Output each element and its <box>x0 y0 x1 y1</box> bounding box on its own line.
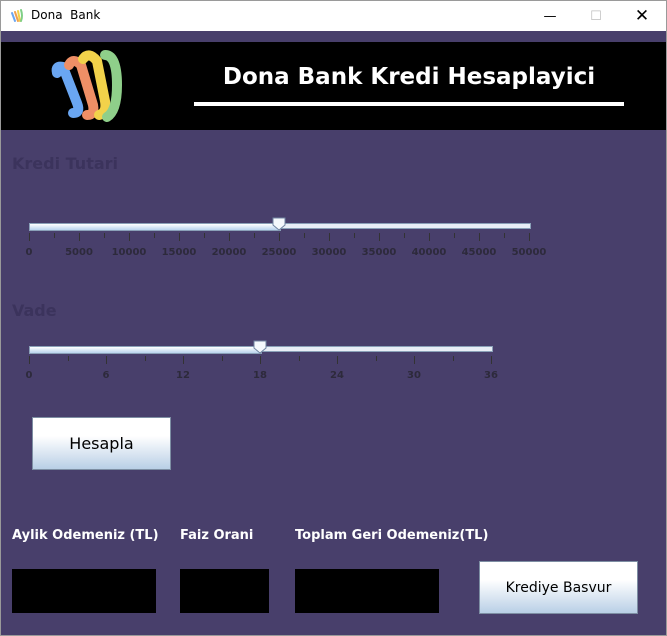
slider-tick-label: 35000 <box>361 247 397 258</box>
slider-tick <box>329 233 330 241</box>
slider-tick-label: 12 <box>176 370 190 381</box>
slider-tick <box>491 356 492 364</box>
slider-tick <box>429 233 430 241</box>
slider-tick-label: 0 <box>25 247 33 258</box>
slider-tick <box>299 356 300 361</box>
slider-tick <box>29 356 30 364</box>
slider-tick <box>529 233 530 241</box>
slider-tick <box>54 233 55 238</box>
vade-label: Vade <box>12 301 57 320</box>
title-underline <box>194 102 624 106</box>
slider-tick-label: 36 <box>484 370 498 381</box>
slider-tick-label: 5000 <box>65 247 93 258</box>
aylik-odeme-label: Aylik Odemeniz (TL) <box>12 528 159 543</box>
slider-tick-label: 10000 <box>111 247 147 258</box>
faiz-orani-label: Faiz Orani <box>180 528 254 543</box>
slider-tick-label: 45000 <box>461 247 497 258</box>
minimize-icon: — <box>543 8 557 24</box>
slider-tick <box>504 233 505 238</box>
slider-tick <box>145 356 146 361</box>
slider-tick <box>104 233 105 238</box>
slider-tick-label: 30000 <box>311 247 347 258</box>
slider-tick <box>222 356 223 361</box>
slider-thumb[interactable] <box>253 340 267 354</box>
page-title: Dona Bank Kredi Hesaplayici <box>222 64 596 90</box>
slider-tick <box>404 233 405 238</box>
krediye-basvur-button[interactable]: Krediye Basvur <box>479 561 638 614</box>
toplam-geri-odeme-output <box>295 569 439 613</box>
slider-ticks: 0 6 12 18 24 30 36 <box>26 356 498 381</box>
slider-tick <box>379 233 380 241</box>
slider-tick-label: 6 <box>102 370 110 381</box>
slider-tick-label: 30 <box>407 370 421 381</box>
title-bar: Dona Bank — ☐ ✕ <box>1 1 666 31</box>
slider-tick <box>106 356 107 364</box>
slider-ticks: 0 5000 10000 15000 20000 25000 30000 35000 40000… <box>26 233 546 258</box>
slider-tick <box>304 233 305 238</box>
slider-tick <box>254 233 255 238</box>
minimize-button[interactable]: — <box>527 1 573 31</box>
maximize-button[interactable]: ☐ <box>573 1 619 31</box>
slider-thumb[interactable] <box>272 217 286 231</box>
close-icon: ✕ <box>634 6 650 26</box>
slider-tick <box>337 356 338 364</box>
slider-tick <box>183 356 184 364</box>
slider-tick <box>279 233 280 241</box>
slider-tick <box>129 233 130 241</box>
header-banner: Dona Bank Kredi Hesaplayici <box>1 42 666 130</box>
slider-tick-label: 20000 <box>211 247 247 258</box>
slider-tick <box>179 233 180 241</box>
slider-fill <box>29 223 281 231</box>
slider-tick <box>354 233 355 238</box>
slider-tick <box>260 356 261 364</box>
slider-tick-label: 15000 <box>161 247 197 258</box>
close-button[interactable]: ✕ <box>619 1 665 31</box>
slider-tick <box>79 233 80 241</box>
slider-tick <box>68 356 69 361</box>
toplam-geri-odeme-label: Toplam Geri Odemeniz(TL) <box>295 528 489 543</box>
slider-tick-label: 24 <box>330 370 344 381</box>
slider-tick <box>204 233 205 238</box>
slider-tick <box>229 233 230 241</box>
faiz-orani-output <box>180 569 269 613</box>
slider-fill <box>29 346 262 354</box>
kredi-tutari-slider[interactable]: 0 5000 10000 15000 20000 25000 30000 35000 40000… <box>26 217 546 259</box>
slider-tick <box>414 356 415 364</box>
slider-tick <box>479 233 480 241</box>
slider-tick-label: 25000 <box>261 247 297 258</box>
slider-tick-label: 50000 <box>511 247 547 258</box>
slider-tick-label: 40000 <box>411 247 447 258</box>
maximize-icon: ☐ <box>590 8 602 24</box>
app-logo-icon <box>11 9 23 22</box>
kredi-tutari-label: Kredi Tutari <box>12 154 119 173</box>
slider-tick <box>376 356 377 361</box>
slider-tick <box>29 233 30 241</box>
slider-tick <box>154 233 155 238</box>
slider-tick-label: 18 <box>253 370 267 381</box>
aylik-odeme-output <box>12 569 156 613</box>
window-title: Dona Bank <box>31 8 101 22</box>
app-window: Dona Bank — ☐ ✕ Dona Bank Kredi Hesaplay… <box>0 0 667 636</box>
slider-tick <box>453 356 454 361</box>
hesapla-button[interactable]: Hesapla <box>32 417 171 470</box>
slider-tick <box>454 233 455 238</box>
bank-logo-icon <box>51 50 123 122</box>
slider-tick-label: 0 <box>25 370 33 381</box>
vade-slider[interactable]: 0 6 12 18 24 30 36 <box>26 340 498 382</box>
